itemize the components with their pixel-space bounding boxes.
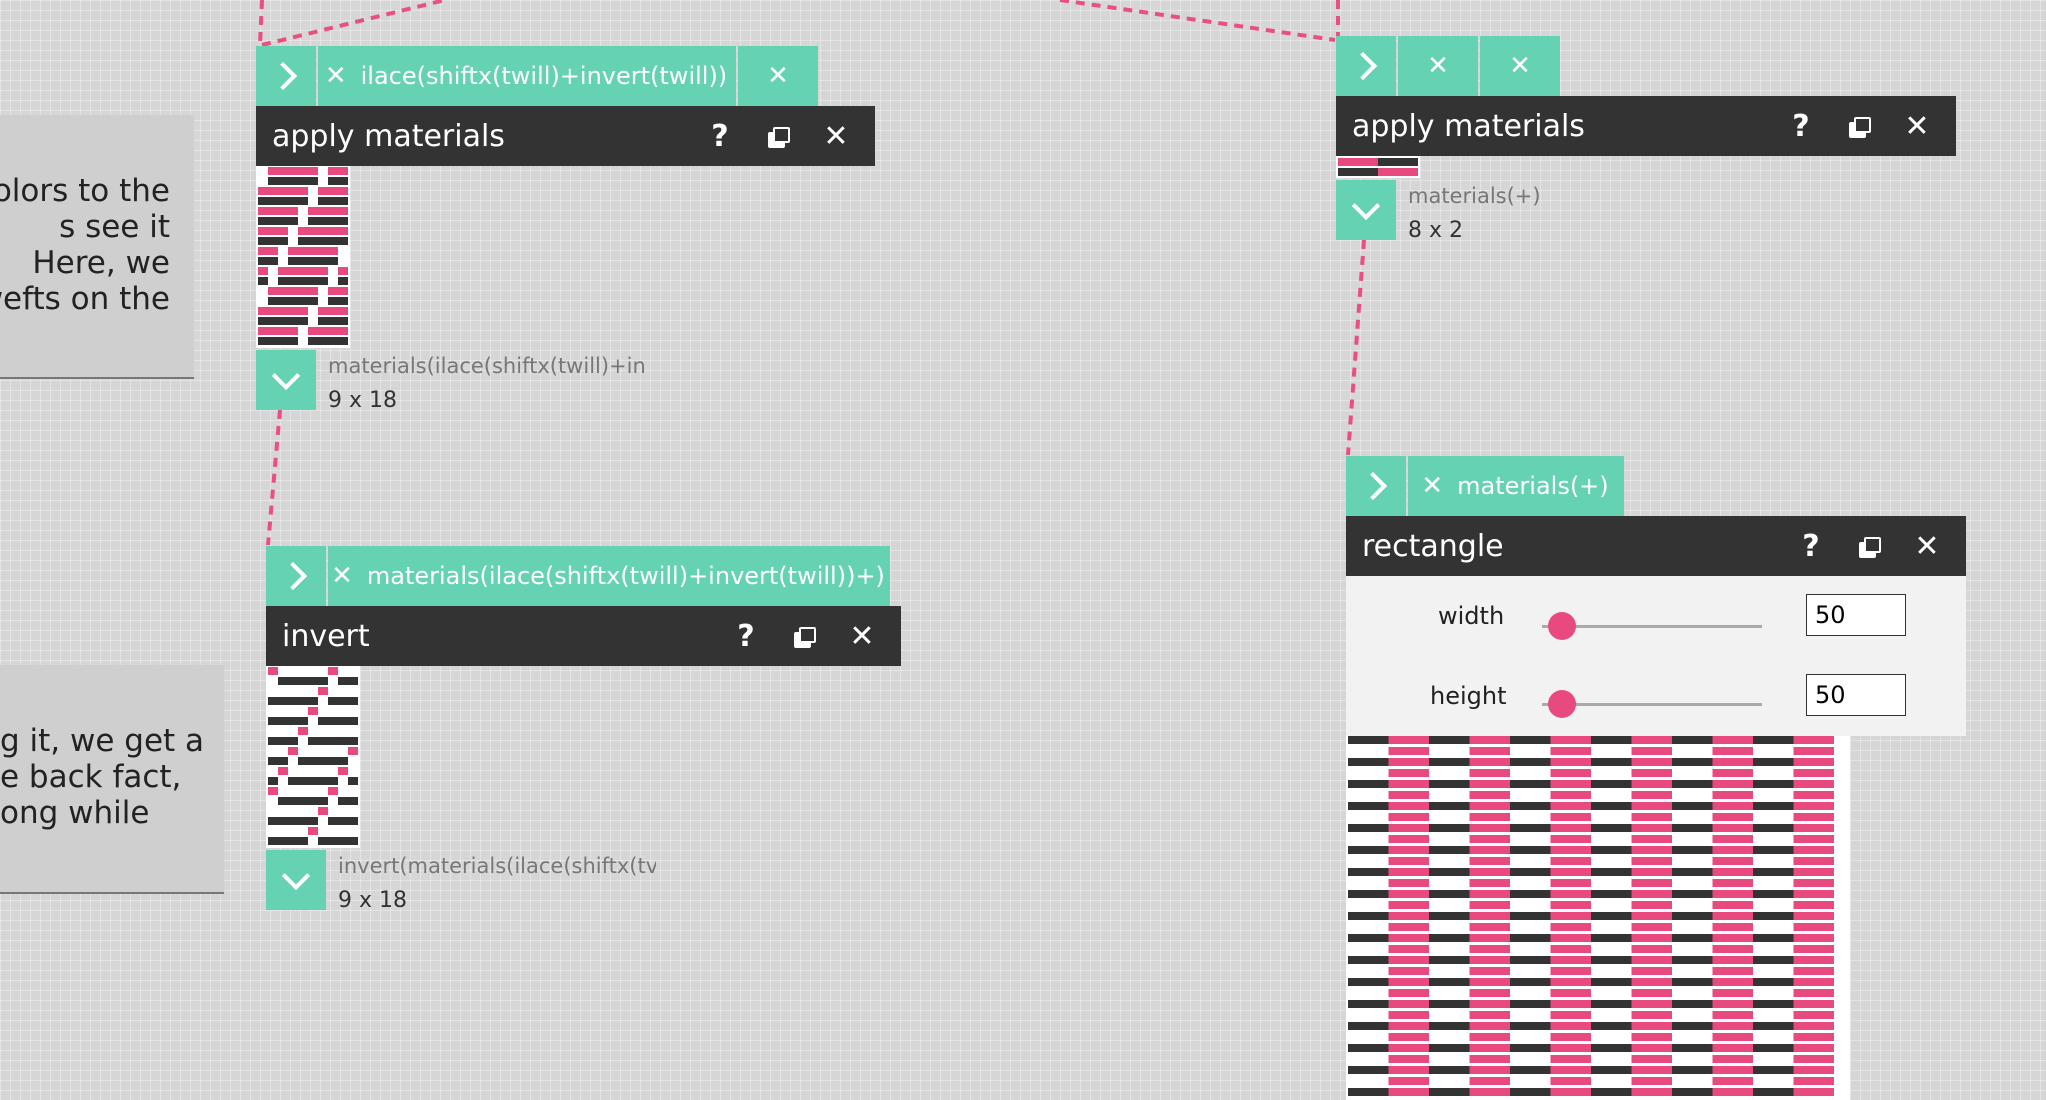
height-label: height: [1430, 682, 1507, 710]
draft-preview[interactable]: [266, 666, 360, 848]
remove-input-button[interactable]: ✕: [738, 46, 818, 106]
node-title: rectangle: [1362, 528, 1504, 564]
close-button[interactable]: ✕: [1898, 516, 1956, 576]
draft-expression: materials(+): [1408, 184, 1541, 208]
duplicate-button[interactable]: [1830, 96, 1888, 156]
duplicate-button[interactable]: [1840, 516, 1898, 576]
note-line: e back fact,: [0, 759, 182, 795]
comment-note-1[interactable]: olors to the s see it Here, we wefts on …: [0, 115, 194, 379]
note-line: s see it: [59, 209, 170, 245]
close-icon: ✕: [1427, 51, 1449, 81]
connector-top-left: [258, 0, 446, 47]
draft-dimensions: 9 x 18: [338, 888, 407, 913]
expand-inputs-button[interactable]: [266, 546, 326, 606]
invert-tabbar: ✕ materials(ilace(shiftx(twill)+invert(t…: [266, 546, 890, 606]
note-line: wefts on the: [0, 281, 170, 317]
draft-dimensions: 8 x 2: [1408, 218, 1463, 243]
input-tab-label: materials(+): [1457, 472, 1609, 500]
chevron-right-icon: [1358, 471, 1388, 501]
expand-inputs-button[interactable]: [1336, 36, 1396, 96]
duplicate-button[interactable]: [749, 106, 807, 166]
note-line: ong while: [0, 795, 150, 831]
parameter-panel: width height: [1346, 576, 1966, 736]
node-title: apply materials: [1352, 108, 1585, 144]
width-label: width: [1438, 602, 1505, 630]
close-button[interactable]: ✕: [833, 606, 891, 666]
input-tab[interactable]: ✕ materials(ilace(shiftx(twill)+invert(t…: [328, 546, 890, 606]
copy-icon: [1859, 537, 1881, 558]
input-tab-label: materials(ilace(shiftx(twill)+invert(twi…: [366, 562, 885, 590]
input-tab-label: ilace(shiftx(twill)+invert(twill)): [360, 62, 728, 90]
chevron-down-icon: [1351, 191, 1381, 221]
chevron-down-icon: [271, 361, 301, 391]
input-tab[interactable]: ✕ materials(+): [1408, 456, 1624, 516]
expand-inputs-button[interactable]: [1346, 456, 1406, 516]
close-icon: ✕: [1509, 51, 1531, 81]
help-button[interactable]: ?: [691, 106, 749, 166]
invert-titlebar[interactable]: invert ? ✕: [266, 606, 901, 666]
chevron-right-icon: [1348, 51, 1378, 81]
expand-output-button[interactable]: [1336, 180, 1396, 240]
help-button[interactable]: ?: [1772, 96, 1830, 156]
expand-inputs-button[interactable]: [256, 46, 316, 106]
help-button[interactable]: ?: [1782, 516, 1840, 576]
apply-right-titlebar[interactable]: apply materials ? ✕: [1336, 96, 1956, 156]
copy-icon: [794, 627, 816, 648]
copy-icon: [768, 127, 790, 148]
draft-dimensions: 9 x 18: [328, 388, 397, 413]
node-title: invert: [282, 618, 370, 654]
expand-output-button[interactable]: [256, 350, 316, 410]
remove-input-button[interactable]: ✕: [1480, 36, 1560, 96]
close-button[interactable]: ✕: [1888, 96, 1946, 156]
draft-preview[interactable]: [1336, 156, 1420, 178]
note-line: olors to the: [0, 173, 170, 209]
connector-apply-rectangle: [1346, 239, 1366, 456]
draft-expression: invert(materials(ilace(shiftx(tv: [338, 854, 656, 878]
note-line: Here, we: [32, 245, 170, 281]
draft-preview[interactable]: [1346, 736, 1850, 1100]
duplicate-button[interactable]: [775, 606, 833, 666]
note-line: g it, we get a: [0, 723, 205, 759]
apply-left-tabbar: ✕ ilace(shiftx(twill)+invert(twill)) ✕: [256, 46, 818, 106]
chevron-right-icon: [268, 61, 298, 91]
height-slider-thumb[interactable]: [1548, 690, 1576, 718]
rectangle-titlebar[interactable]: rectangle ? ✕: [1346, 516, 1966, 576]
rectangle-tabbar: ✕ materials(+): [1346, 456, 1624, 516]
apply-left-titlebar[interactable]: apply materials ? ✕: [256, 106, 875, 166]
remove-input-icon[interactable]: ✕: [331, 561, 353, 591]
width-slider-thumb[interactable]: [1548, 612, 1576, 640]
node-title: apply materials: [272, 118, 505, 154]
apply-right-tabbar: ✕ ✕: [1336, 36, 1560, 96]
remove-input-icon[interactable]: ✕: [1421, 471, 1443, 501]
close-icon: ✕: [767, 61, 789, 91]
width-input[interactable]: [1806, 594, 1906, 636]
copy-icon: [1849, 117, 1871, 138]
draft-preview[interactable]: [256, 166, 350, 348]
expand-output-button[interactable]: [266, 850, 326, 910]
input-tab[interactable]: ✕ ilace(shiftx(twill)+invert(twill)): [318, 46, 736, 106]
draft-expression: materials(ilace(shiftx(twill)+in: [328, 354, 646, 378]
remove-input-button[interactable]: ✕: [1398, 36, 1478, 96]
chevron-right-icon: [278, 561, 308, 591]
connector-top-right: [1059, 0, 1340, 42]
close-button[interactable]: ✕: [807, 106, 865, 166]
help-button[interactable]: ?: [717, 606, 775, 666]
remove-input-icon[interactable]: ✕: [325, 61, 347, 91]
chevron-down-icon: [281, 861, 311, 891]
comment-note-2[interactable]: g it, we get a e back fact, ong while: [0, 665, 224, 894]
height-input[interactable]: [1806, 674, 1906, 716]
connector-apply-invert: [266, 409, 282, 546]
